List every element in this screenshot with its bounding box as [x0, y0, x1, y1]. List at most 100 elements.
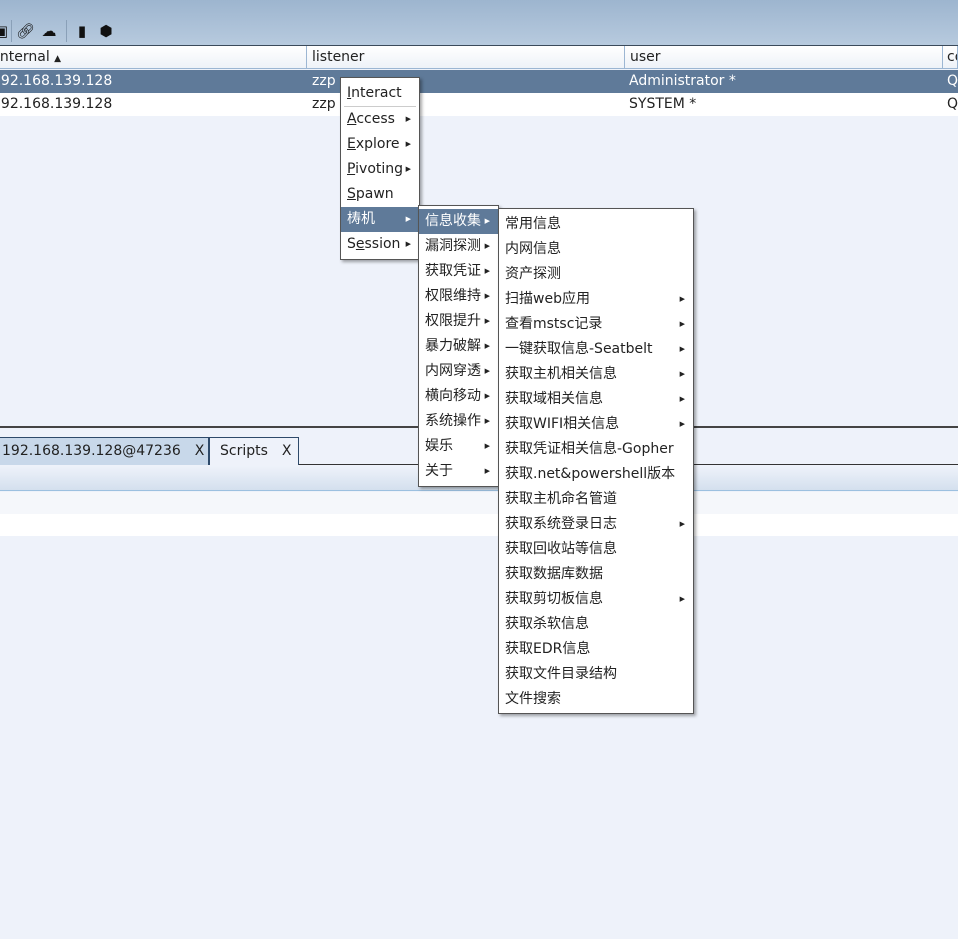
menu-item-label: 信息收集: [425, 213, 481, 229]
info-item-0[interactable]: 常用信息: [499, 212, 693, 237]
menu-item-label: Explore: [347, 136, 400, 152]
tab-scripts[interactable]: Scripts X: [209, 437, 299, 465]
submenu-arrow-icon: ▶: [484, 217, 490, 225]
menu-item-label: Interact: [347, 85, 402, 101]
info-item-7[interactable]: 获取域相关信息 ▶: [499, 387, 693, 412]
cell-user: SYSTEM *: [629, 96, 697, 112]
submenu-arrow-icon: ▶: [484, 417, 490, 425]
menu-item-label: 梼机: [347, 211, 375, 227]
submenu-item-3[interactable]: 权限维持 ▶: [419, 284, 498, 309]
column-header-user[interactable]: user: [625, 46, 943, 69]
info-item-2[interactable]: 资产探测: [499, 262, 693, 287]
cell-computer: Q: [947, 96, 958, 112]
submenu-arrow-icon: ▶: [679, 345, 685, 353]
submenu-arrow-icon: ▶: [405, 115, 411, 123]
sort-asc-icon: ▲: [54, 54, 62, 64]
column-header-internal[interactable]: internal ▲: [0, 46, 307, 69]
menu-item-label: 内网信息: [505, 241, 561, 257]
menu-item-label: 获取WIFI相关信息: [505, 416, 620, 432]
menu-item-6[interactable]: Session ▶: [341, 232, 419, 257]
info-item-12[interactable]: 获取系统登录日志 ▶: [499, 512, 693, 537]
submenu-item-10[interactable]: 关于 ▶: [419, 459, 498, 484]
submenu-arrow-icon: ▶: [405, 165, 411, 173]
info-item-14[interactable]: 获取数据库数据: [499, 562, 693, 587]
submenu-arrow-icon: ▶: [484, 342, 490, 350]
cell-computer: Q: [947, 73, 958, 89]
submenu-item-8[interactable]: 系统操作 ▶: [419, 409, 498, 434]
info-item-11[interactable]: 获取主机命名管道: [499, 487, 693, 512]
table-row[interactable]: 192.168.139.128 zzp Administrator * Q: [0, 70, 958, 93]
panel-row: [0, 514, 958, 536]
menu-item-label: 权限提升: [425, 313, 481, 329]
submenu-item-0[interactable]: 信息收集 ▶: [419, 209, 498, 234]
submenu-arrow-icon: ▶: [484, 317, 490, 325]
menu-item-label: 获取系统登录日志: [505, 516, 617, 532]
submenu-arrow-icon: ▶: [679, 295, 685, 303]
info-gathering-submenu: 常用信息内网信息资产探测扫描web应用 ▶ 查看mstsc记录 ▶ 一键获取信息-Sea…: [498, 208, 694, 714]
info-item-1[interactable]: 内网信息: [499, 237, 693, 262]
info-item-4[interactable]: 查看mstsc记录 ▶: [499, 312, 693, 337]
column-header-listener[interactable]: listener: [307, 46, 625, 69]
info-item-17[interactable]: 获取EDR信息: [499, 637, 693, 662]
window-icon[interactable]: ▣: [0, 22, 10, 40]
info-item-19[interactable]: 文件搜索: [499, 687, 693, 712]
info-item-13[interactable]: 获取回收站等信息: [499, 537, 693, 562]
info-item-8[interactable]: 获取WIFI相关信息 ▶: [499, 412, 693, 437]
menu-item-label: 获取主机命名管道: [505, 491, 617, 507]
info-item-3[interactable]: 扫描web应用 ▶: [499, 287, 693, 312]
menu-item-1[interactable]: Access ▶: [341, 107, 419, 132]
toolbar-separator: [66, 20, 67, 42]
info-item-5[interactable]: 一键获取信息-Seatbelt ▶: [499, 337, 693, 362]
info-item-15[interactable]: 获取剪切板信息 ▶: [499, 587, 693, 612]
info-item-6[interactable]: 获取主机相关信息 ▶: [499, 362, 693, 387]
submenu-item-6[interactable]: 内网穿透 ▶: [419, 359, 498, 384]
panel-row: [0, 492, 958, 514]
menu-item-0[interactable]: Interact: [341, 81, 419, 106]
submenu-arrow-icon: ▶: [484, 367, 490, 375]
submenu-item-5[interactable]: 暴力破解 ▶: [419, 334, 498, 359]
tab-beacon[interactable]: 192.168.139.128@47236 X: [0, 437, 209, 465]
menu-item-label: 资产探测: [505, 266, 561, 282]
submenu-arrow-icon: ▶: [484, 467, 490, 475]
submenu-arrow-icon: ▶: [484, 442, 490, 450]
submenu-item-9[interactable]: 娱乐 ▶: [419, 434, 498, 459]
menu-item-label: Access: [347, 111, 395, 127]
cloud-icon[interactable]: ☁: [40, 22, 58, 40]
info-item-18[interactable]: 获取文件目录结构: [499, 662, 693, 687]
menu-item-4[interactable]: Spawn: [341, 182, 419, 207]
menu-item-label: 获取凭证: [425, 263, 481, 279]
menu-item-2[interactable]: Explore ▶: [341, 132, 419, 157]
menu-item-label: 获取主机相关信息: [505, 366, 617, 382]
submenu-arrow-icon: ▶: [679, 370, 685, 378]
header-label: internal: [0, 49, 50, 65]
info-item-16[interactable]: 获取杀软信息: [499, 612, 693, 637]
close-tab-button[interactable]: X: [282, 443, 292, 459]
table-row[interactable]: 192.168.139.128 zzp SYSTEM * Q: [0, 93, 958, 116]
submenu-item-2[interactable]: 获取凭证 ▶: [419, 259, 498, 284]
column-header-computer[interactable]: co: [943, 46, 958, 69]
cell-internal: 192.168.139.128: [0, 73, 113, 89]
submenu-item-4[interactable]: 权限提升 ▶: [419, 309, 498, 334]
menu-item-label: 获取EDR信息: [505, 641, 591, 657]
submenu-item-1[interactable]: 漏洞探测 ▶: [419, 234, 498, 259]
cell-listener: zzp: [312, 96, 336, 112]
info-item-9[interactable]: 获取凭证相关信息-Gopher: [499, 437, 693, 462]
submenu-arrow-icon: ▶: [405, 140, 411, 148]
menu-item-label: 暴力破解: [425, 338, 481, 354]
info-item-10[interactable]: 获取.net&powershell版本: [499, 462, 693, 487]
submenu-item-7[interactable]: 横向移动 ▶: [419, 384, 498, 409]
menu-item-3[interactable]: Pivoting ▶: [341, 157, 419, 182]
menu-item-label: 权限维持: [425, 288, 481, 304]
tab-label: Scripts: [220, 443, 268, 459]
tab-label: 192.168.139.128@47236: [2, 443, 181, 459]
close-tab-button[interactable]: X: [195, 443, 205, 459]
taowu-submenu: 信息收集 ▶ 漏洞探测 ▶ 获取凭证 ▶ 权限维持 ▶ 权限提升 ▶ 暴力破解 ▶ 内网穿透 ▶ 横向移动 ▶…: [418, 205, 499, 487]
cube-icon[interactable]: ⬢: [97, 22, 115, 40]
context-menu: Interact Access ▶ Explore ▶ Pivoting ▶ Spawn 梼机 ▶…: [340, 77, 420, 260]
menu-item-label: 获取.net&powershell版本: [505, 466, 676, 482]
cell-internal: 192.168.139.128: [0, 96, 113, 112]
menu-item-5[interactable]: 梼机 ▶: [341, 207, 419, 232]
book-icon[interactable]: ▮: [73, 22, 91, 40]
toolbar-separator: [11, 20, 12, 42]
link-icon[interactable]: 🔗︎: [16, 22, 35, 40]
